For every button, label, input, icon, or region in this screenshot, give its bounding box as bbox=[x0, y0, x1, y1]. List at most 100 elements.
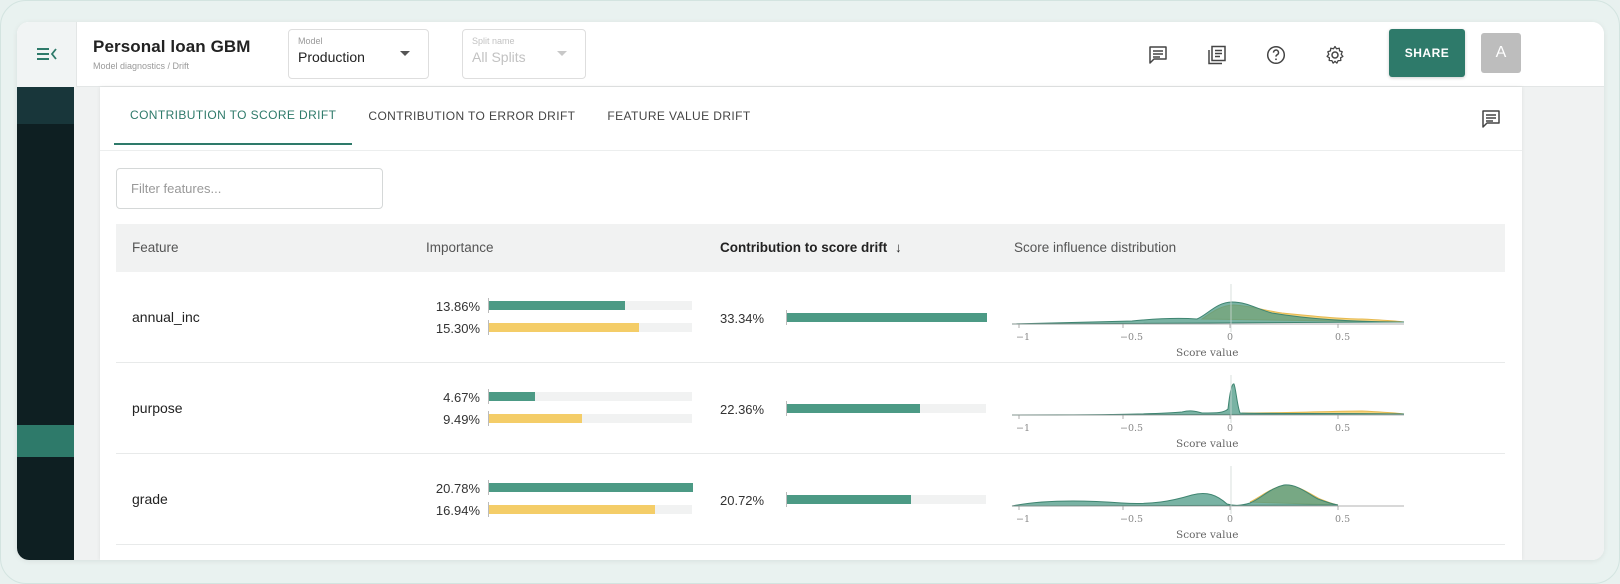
x-axis-title: Score value bbox=[1176, 438, 1239, 450]
feature-name: annual_inc bbox=[132, 309, 200, 325]
feature-table: Feature Importance Contribution to score… bbox=[116, 224, 1505, 545]
contribution-cell: 22.36% bbox=[720, 399, 990, 421]
x-tick-label: 0.5 bbox=[1335, 423, 1350, 434]
x-tick-label: −0.5 bbox=[1120, 332, 1143, 343]
bar-baseline bbox=[488, 502, 489, 517]
density-area-a bbox=[1011, 383, 1405, 416]
importance-value-b: 15.30% bbox=[435, 321, 480, 336]
contribution-value: 33.34% bbox=[720, 311, 765, 326]
bar-baseline bbox=[488, 480, 489, 495]
table-row-annual_inc[interactable]: annual_inc 13.86% 15.30% 33.34% −1 −0.5 0 0… bbox=[116, 272, 1505, 363]
help-button[interactable] bbox=[1265, 44, 1287, 66]
notes-button[interactable] bbox=[1206, 44, 1228, 66]
column-header-contribution-label: Contribution to score drift bbox=[720, 240, 888, 255]
feature-name: purpose bbox=[132, 400, 183, 416]
chevron-down-icon bbox=[400, 51, 410, 56]
bar-baseline bbox=[488, 298, 489, 313]
table-body: annual_inc 13.86% 15.30% 33.34% −1 −0.5 0 0… bbox=[116, 272, 1505, 545]
comment-icon bbox=[1149, 45, 1167, 64]
sidebar-header bbox=[17, 87, 74, 124]
comment-icon[interactable] bbox=[1481, 109, 1501, 129]
sort-desc-icon: ↓ bbox=[895, 240, 902, 255]
importance-line-a: 20.78% bbox=[416, 478, 696, 500]
bar-baseline bbox=[786, 492, 787, 507]
importance-line-a: 4.67% bbox=[416, 387, 696, 409]
bar-baseline bbox=[488, 411, 489, 426]
help-icon bbox=[1266, 45, 1286, 64]
breadcrumb: Model diagnostics / Drift bbox=[93, 61, 190, 71]
split-select-label: Split name bbox=[472, 36, 515, 46]
top-bar: Personal loan GBM Model diagnostics / Dr… bbox=[17, 22, 1604, 87]
x-tick-label: 0 bbox=[1227, 423, 1233, 434]
importance-bar-b bbox=[489, 323, 640, 332]
x-tick-label: −0.5 bbox=[1120, 423, 1143, 434]
table-header: Feature Importance Contribution to score… bbox=[116, 224, 1505, 272]
score-influence-distribution: −1 −0.5 0 0.5 Score value bbox=[1011, 373, 1412, 455]
importance-line-b: 9.49% bbox=[416, 409, 696, 431]
feature-name: grade bbox=[132, 491, 168, 507]
contribution-cell: 20.72% bbox=[720, 490, 990, 512]
x-tick-label: 0.5 bbox=[1335, 332, 1350, 343]
importance-cell: 4.67% 9.49% bbox=[416, 387, 696, 431]
x-tick-label: −1 bbox=[1016, 423, 1030, 434]
importance-line-b: 16.94% bbox=[416, 500, 696, 522]
bar-baseline bbox=[488, 320, 489, 335]
score-influence-distribution: −1 −0.5 0 0.5 Score value bbox=[1011, 282, 1412, 364]
app-window: Personal loan GBM Model diagnostics / Dr… bbox=[17, 22, 1604, 560]
toolbar-icons bbox=[1147, 22, 1383, 87]
x-axis-title: Score value bbox=[1176, 347, 1239, 359]
model-select-label: Model bbox=[298, 36, 323, 46]
x-tick-label: −1 bbox=[1016, 332, 1030, 343]
contribution-value: 22.36% bbox=[720, 402, 765, 417]
score-influence-distribution: −1 −0.5 0 0.5 Score value bbox=[1011, 464, 1412, 546]
settings-button[interactable] bbox=[1324, 44, 1346, 66]
avatar[interactable]: A bbox=[1481, 33, 1521, 73]
column-header-contribution[interactable]: Contribution to score drift ↓ bbox=[720, 240, 902, 255]
importance-line-b: 15.30% bbox=[416, 318, 696, 340]
importance-bar-a bbox=[489, 301, 626, 310]
importance-value-b: 16.94% bbox=[435, 503, 480, 518]
contribution-value: 20.72% bbox=[720, 493, 765, 508]
sidebar bbox=[17, 87, 74, 560]
importance-bar-b bbox=[489, 414, 583, 423]
contribution-bar bbox=[787, 313, 987, 322]
tab-contribution-to-error-drift[interactable]: CONTRIBUTION TO ERROR DRIFT bbox=[352, 87, 591, 145]
comment-button[interactable] bbox=[1147, 44, 1169, 66]
density-plot: −1 −0.5 0 0.5 Score value bbox=[1011, 284, 1405, 359]
filter-features-input[interactable] bbox=[116, 168, 383, 209]
table-row-purpose[interactable]: purpose 4.67% 9.49% 22.36% −1 −0.5 0 0.5 Sco… bbox=[116, 363, 1505, 454]
x-tick-label: 0 bbox=[1227, 332, 1233, 343]
bar-baseline bbox=[488, 389, 489, 404]
x-tick-label: 0 bbox=[1227, 514, 1233, 525]
settings-icon bbox=[1326, 45, 1344, 64]
tab-bar: CONTRIBUTION TO SCORE DRIFT CONTRIBUTION… bbox=[114, 87, 767, 147]
drift-panel: CONTRIBUTION TO SCORE DRIFT CONTRIBUTION… bbox=[100, 87, 1522, 560]
table-row-grade[interactable]: grade 20.78% 16.94% 20.72% −1 −0.5 0 0.5 Sco… bbox=[116, 454, 1505, 545]
density-area-a bbox=[1011, 484, 1339, 507]
importance-cell: 20.78% 16.94% bbox=[416, 478, 696, 522]
importance-cell: 13.86% 15.30% bbox=[416, 296, 696, 340]
column-header-feature[interactable]: Feature bbox=[132, 240, 179, 255]
density-area-a bbox=[1011, 301, 1405, 325]
importance-value-a: 4.67% bbox=[443, 390, 480, 405]
contribution-cell: 33.34% bbox=[720, 308, 990, 330]
importance-bar-a bbox=[489, 392, 535, 401]
chevron-down-icon bbox=[557, 51, 567, 56]
importance-bar-a bbox=[489, 483, 693, 492]
collapse-menu-button[interactable] bbox=[17, 22, 77, 87]
share-button[interactable]: SHARE bbox=[1389, 29, 1465, 77]
sidebar-item-active[interactable] bbox=[17, 425, 74, 457]
density-plot: −1 −0.5 0 0.5 Score value bbox=[1011, 375, 1405, 450]
tab-contribution-to-score-drift[interactable]: CONTRIBUTION TO SCORE DRIFT bbox=[114, 87, 353, 145]
model-select[interactable]: Model Production bbox=[288, 29, 429, 79]
x-tick-label: 0.5 bbox=[1335, 514, 1350, 525]
column-header-importance[interactable]: Importance bbox=[426, 240, 494, 255]
importance-value-a: 13.86% bbox=[435, 299, 480, 314]
x-tick-label: −1 bbox=[1016, 514, 1030, 525]
tab-feature-value-drift[interactable]: FEATURE VALUE DRIFT bbox=[591, 87, 766, 145]
split-name-select[interactable]: Split name All Splits bbox=[462, 29, 586, 79]
contribution-bar bbox=[787, 495, 911, 504]
page-title: Personal loan GBM bbox=[93, 37, 251, 56]
column-header-score-influence[interactable]: Score influence distribution bbox=[1014, 240, 1176, 255]
importance-bar-b bbox=[489, 505, 656, 514]
